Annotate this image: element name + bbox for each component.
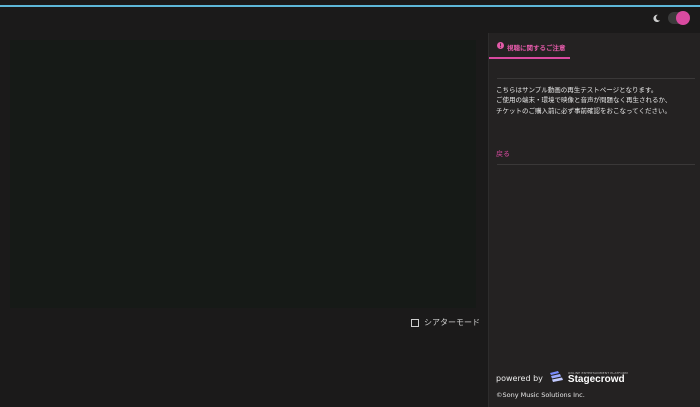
toggle-knob: [676, 11, 690, 25]
powered-by-block: powered by ONLINE ENTERTAINMENT PLATFORM…: [496, 369, 628, 388]
top-accent-line: [0, 5, 700, 7]
copyright-text: ©Sony Music Solutions Inc.: [496, 391, 585, 399]
brand-name: Stagecrowd: [567, 374, 625, 385]
info-icon: [497, 42, 504, 51]
notice-line: チケットのご購入前に必ず事前確認をおこなってください。: [496, 106, 671, 115]
notice-line: ご使用の端末・環境で映像と音声が問題なく再生されるか、: [496, 96, 672, 105]
moon-icon: [650, 12, 662, 24]
back-link[interactable]: 戻る: [496, 149, 510, 159]
info-sidebar: 視聴に関するご注意 こちらはサンプル動画の再生テストページとなります。 ご使用の…: [488, 33, 700, 407]
stagecrowd-mark-icon: [549, 369, 565, 388]
active-tab-indicator: [489, 57, 570, 59]
divider: [497, 78, 695, 79]
notice-text: こちらはサンプル動画の再生テストページとなります。 ご使用の端末・環境で映像と音…: [496, 85, 696, 116]
sample-player-page: シアターモード 視聴に関するご注意 こちらはサンプル動画の再生テストページとなり…: [0, 0, 700, 407]
tab-viewing-notice[interactable]: 視聴に関するご注意: [489, 33, 566, 60]
video-player[interactable]: [10, 40, 476, 308]
powered-by-label: powered by: [496, 374, 543, 383]
fullscreen-corners-icon: [411, 318, 419, 327]
tab-label: 視聴に関するご注意: [507, 43, 566, 52]
theater-mode-button[interactable]: シアターモード: [411, 317, 480, 328]
divider: [497, 164, 695, 165]
theater-mode-label: シアターモード: [424, 318, 480, 327]
notice-line: こちらはサンプル動画の再生テストページとなります。: [496, 86, 658, 94]
dark-mode-toggle[interactable]: [668, 11, 690, 25]
theme-toggle-group: [650, 11, 690, 25]
stagecrowd-logo[interactable]: ONLINE ENTERTAINMENT PLATFORM Stagecrowd: [549, 369, 628, 388]
